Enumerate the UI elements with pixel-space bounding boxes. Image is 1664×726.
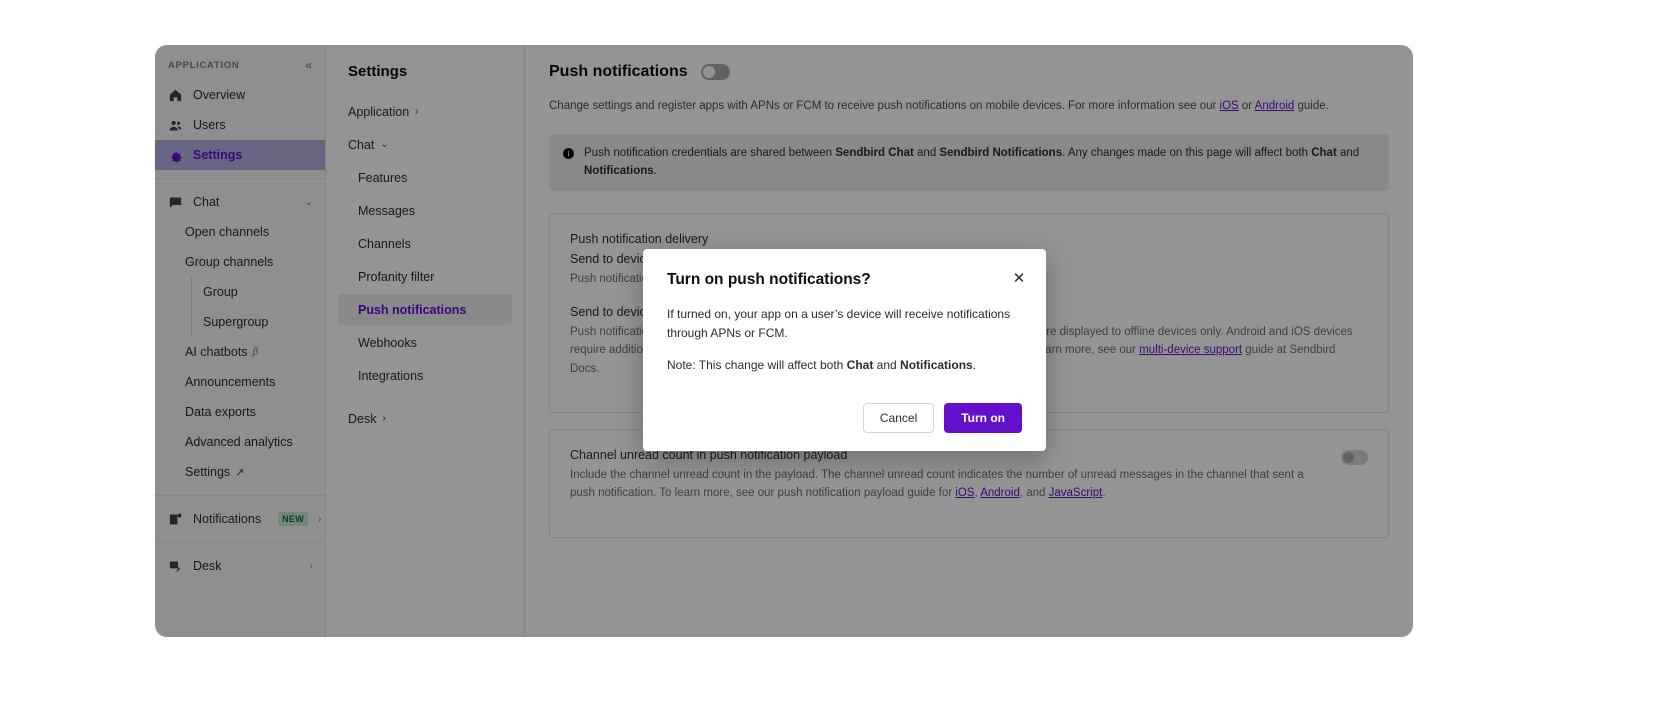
dialog-note-mid: and: [873, 358, 901, 373]
dialog-body: If turned on, your app on a user’s devic…: [667, 305, 1022, 376]
dialog-title: Turn on push notifications?: [667, 271, 871, 288]
close-icon[interactable]: ✕: [1010, 269, 1028, 287]
dialog-note-bold-1: Chat: [846, 358, 874, 373]
turn-on-button[interactable]: Turn on: [944, 402, 1022, 433]
dialog-note-post: .: [972, 358, 977, 373]
cancel-button[interactable]: Cancel: [862, 402, 935, 433]
dialog-actions: Cancel Turn on: [667, 402, 1022, 433]
dialog-note-bold-2: Notifications: [900, 358, 973, 373]
turn-on-push-notifications-dialog: ✕ Turn on push notifications? If turned …: [643, 249, 1046, 451]
dialog-paragraph-2: Note: This change will affect both Chat …: [667, 356, 1022, 375]
dialog-paragraph-1: If turned on, your app on a user’s devic…: [667, 307, 1011, 341]
dialog-note-pre: Note: This change will affect both: [667, 358, 847, 373]
